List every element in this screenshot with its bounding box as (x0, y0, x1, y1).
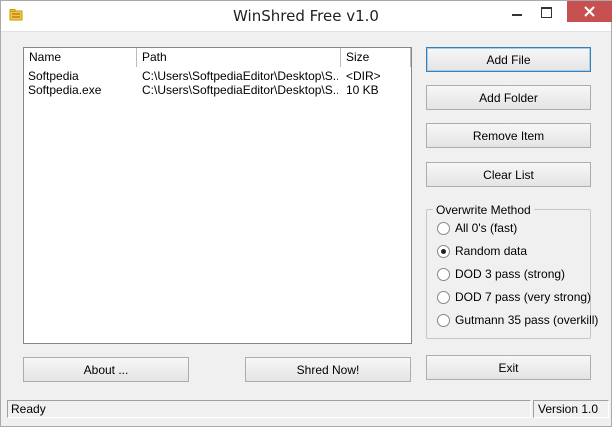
maximize-icon[interactable] (532, 1, 559, 22)
exit-button[interactable]: Exit (426, 355, 591, 380)
shred-now-button[interactable]: Shred Now! (245, 357, 411, 382)
list-item[interactable]: Softpedia.exe C:\Users\SoftpediaEditor\D… (24, 83, 411, 97)
radio-label: Random data (455, 244, 528, 258)
item-path: C:\Users\SoftpediaEditor\Desktop\S... (142, 69, 338, 83)
list-header: Name Path Size (24, 48, 411, 67)
radio-button-selected[interactable] (437, 245, 450, 258)
main-window: WinShred Free v1.0 Name Path Size Softpe… (0, 0, 612, 427)
item-name: Softpedia (28, 69, 79, 83)
column-header-size[interactable]: Size (341, 48, 411, 67)
file-list[interactable]: Name Path Size Softpedia C:\Users\Softpe… (23, 47, 412, 344)
close-icon[interactable] (567, 1, 612, 22)
item-path: C:\Users\SoftpediaEditor\Desktop\S... (142, 83, 338, 97)
item-size: <DIR> (346, 69, 381, 83)
radio-button[interactable] (437, 222, 450, 235)
item-size: 10 KB (346, 83, 379, 97)
add-file-button[interactable]: Add File (426, 47, 591, 72)
version-text: Version 1.0 (533, 400, 609, 418)
radio-button[interactable] (437, 314, 450, 327)
remove-item-button[interactable]: Remove Item (426, 123, 591, 148)
radio-button[interactable] (437, 268, 450, 281)
about-button[interactable]: About ... (23, 357, 189, 382)
radio-label: Gutmann 35 pass (overkill) (455, 313, 599, 327)
radio-button[interactable] (437, 291, 450, 304)
status-bar: Ready Version 1.0 (1, 398, 611, 426)
column-header-name[interactable]: Name (24, 48, 137, 67)
minimize-icon[interactable] (503, 1, 530, 22)
status-text: Ready (7, 400, 531, 418)
list-item[interactable]: Softpedia C:\Users\SoftpediaEditor\Deskt… (24, 69, 411, 83)
item-name: Softpedia.exe (28, 83, 102, 97)
clear-list-button[interactable]: Clear List (426, 162, 591, 187)
radio-label: DOD 3 pass (strong) (455, 267, 566, 281)
title-bar[interactable]: WinShred Free v1.0 (1, 1, 612, 32)
add-folder-button[interactable]: Add Folder (426, 85, 591, 110)
radio-label: DOD 7 pass (very strong) (455, 290, 592, 304)
radio-label: All 0's (fast) (455, 221, 518, 235)
overwrite-method-label: Overwrite Method (433, 203, 534, 217)
column-header-path[interactable]: Path (137, 48, 341, 67)
